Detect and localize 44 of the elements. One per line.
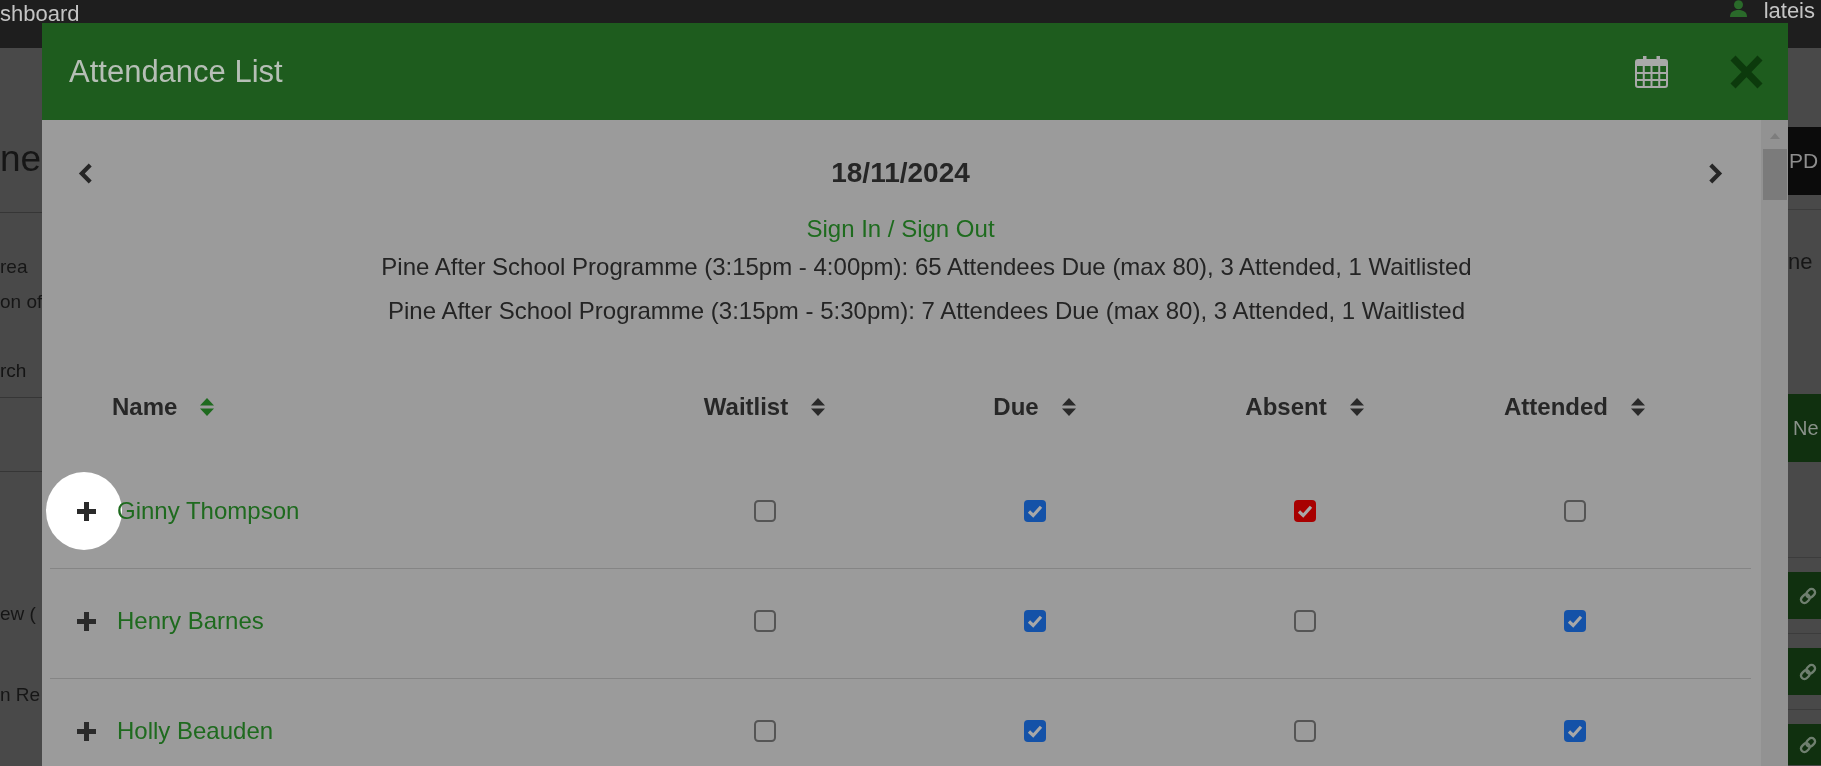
calendar-icon[interactable] — [1635, 55, 1668, 88]
column-header[interactable]: Absent — [1245, 393, 1365, 421]
link-icon — [1798, 734, 1818, 755]
user-icon — [1729, 0, 1747, 17]
checkbox[interactable] — [1024, 610, 1046, 632]
link-icon — [1798, 661, 1818, 682]
checkbox[interactable] — [1294, 610, 1316, 632]
column-header[interactable]: Waitlist — [703, 393, 827, 421]
checkbox[interactable] — [1024, 720, 1046, 742]
column-header[interactable]: Attended — [1504, 393, 1646, 421]
sort-icon[interactable] — [810, 397, 827, 417]
checkbox[interactable] — [1294, 720, 1316, 742]
sort-icon[interactable] — [1630, 397, 1646, 417]
checkbox[interactable] — [1564, 720, 1586, 742]
column-header[interactable]: Name — [112, 393, 216, 421]
checkbox[interactable] — [754, 500, 776, 522]
checkbox[interactable] — [1564, 500, 1586, 522]
chevron-right-icon[interactable] — [1707, 162, 1724, 184]
checkbox[interactable] — [1294, 500, 1316, 522]
new-button[interactable]: Ne — [1788, 394, 1821, 462]
link-icon — [1798, 585, 1818, 606]
user-name[interactable]: lateis — [1763, 0, 1815, 22]
sort-icon[interactable] — [1060, 397, 1077, 417]
checkbox[interactable] — [1024, 500, 1046, 522]
close-icon[interactable] — [1730, 54, 1763, 89]
date-label: 18/11/2024 — [831, 157, 970, 189]
session-summary: Pine After School Programme (3:15pm - 4:00pm): 65 Attendees Due (max 80), 3 Attended, 1 Waitlisted — [381, 252, 1472, 282]
link-button[interactable] — [1788, 572, 1821, 619]
sort-icon[interactable] — [199, 397, 216, 417]
scrollbar-thumb[interactable] — [1762, 149, 1787, 200]
sort-icon[interactable] — [1348, 397, 1365, 417]
dialog-title: Attendance List — [69, 53, 283, 90]
export-button[interactable]: PD — [1788, 127, 1821, 195]
chevron-left-icon[interactable] — [77, 162, 94, 184]
checkbox[interactable] — [754, 720, 776, 742]
checkbox[interactable] — [1564, 610, 1586, 632]
scrollbar-track[interactable] — [1761, 120, 1788, 766]
session-summary: Pine After School Programme (3:15pm - 5:30pm): 7 Attendees Due (max 80), 3 Attended, 1 Waitlisted — [388, 296, 1465, 326]
link-button[interactable] — [1788, 648, 1821, 695]
column-header[interactable]: Due — [993, 393, 1077, 421]
plus-icon[interactable] — [77, 501, 96, 521]
link-button[interactable] — [1788, 724, 1821, 765]
checkbox[interactable] — [754, 610, 776, 632]
top-bar-title: shboard — [0, 0, 80, 26]
